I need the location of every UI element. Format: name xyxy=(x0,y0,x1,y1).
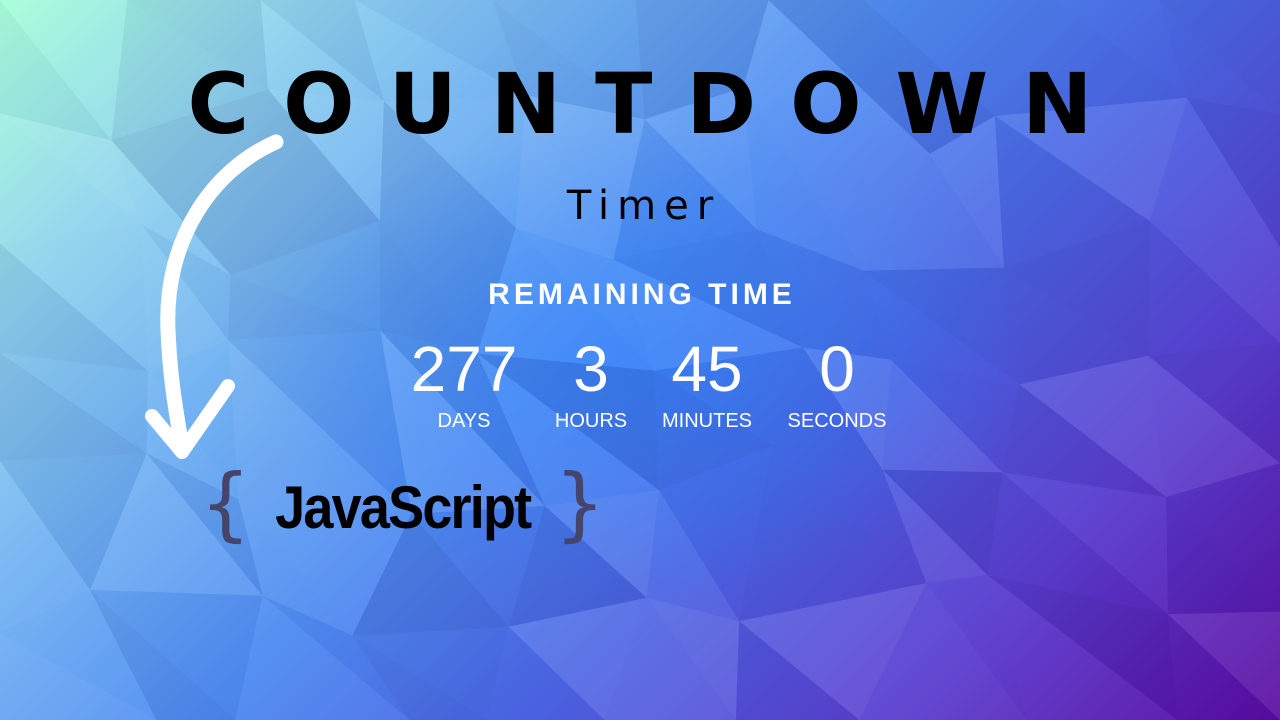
javascript-logo: { JavaScript } xyxy=(200,457,605,554)
seconds-value: 0 xyxy=(819,333,855,405)
curved-arrow-icon xyxy=(145,134,284,459)
logo-brace-close: } xyxy=(554,457,606,550)
logo-wordmark: JavaScript xyxy=(275,474,532,541)
countdown-seconds: 0 SECONDS xyxy=(757,330,917,432)
thumbnail-canvas: COUNTDOWN Timer REMAINING TIME 277 DAYS … xyxy=(0,0,1280,720)
seconds-label: SECONDS xyxy=(787,410,887,432)
logo-brace-open: { xyxy=(200,457,251,550)
